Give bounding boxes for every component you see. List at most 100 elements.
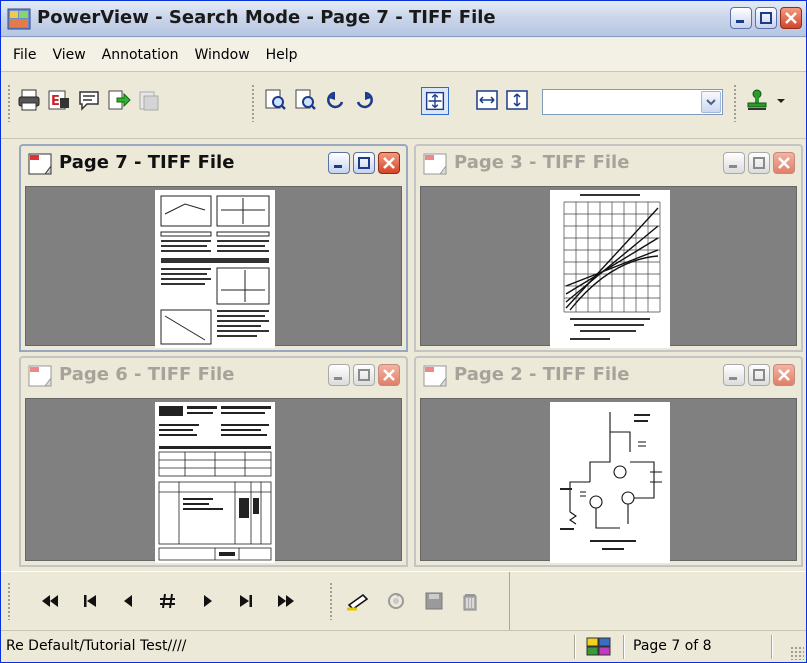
rotate-left-icon[interactable] (323, 88, 347, 112)
menu-help[interactable]: Help (258, 47, 306, 63)
minimize-icon (729, 377, 737, 380)
zoom-select-dropdown-button[interactable] (701, 91, 721, 113)
fast-forward-icon[interactable] (275, 591, 297, 611)
navigation-toolbar-grip[interactable] (7, 582, 11, 620)
document-window-page-2[interactable]: Page 2 - TIFF File (414, 356, 803, 567)
export-icon[interactable] (107, 88, 131, 112)
document-window-page-3[interactable]: Page 3 - TIFF File (414, 144, 803, 352)
close-icon (778, 369, 790, 381)
document-maximize-button[interactable] (353, 152, 375, 174)
maximize-button[interactable] (755, 7, 777, 29)
document-close-button[interactable] (378, 364, 400, 386)
zoom-out-icon[interactable] (293, 88, 317, 112)
goto-page-icon[interactable] (157, 591, 179, 611)
document-maximize-button[interactable] (748, 364, 770, 386)
toolbar-divider (509, 572, 510, 630)
network-icon (586, 637, 611, 656)
document-minimize-button[interactable] (328, 364, 350, 386)
prev-page-icon[interactable] (117, 591, 139, 611)
navigation-toolbar-grip-2[interactable] (329, 582, 333, 620)
document-window-page-6[interactable]: Page 6 - TIFF File (19, 356, 408, 567)
page-thumbnail-image (155, 402, 275, 563)
document-area: Page 7 - TIFF File Page 3 - TIFF File Pa… (1, 140, 806, 570)
close-icon (383, 157, 395, 169)
close-icon (778, 157, 790, 169)
maximize-icon (358, 369, 370, 381)
zoom-in-icon[interactable] (263, 88, 287, 112)
chevron-down-icon (706, 99, 716, 106)
document-icon (423, 153, 447, 175)
edit-icon[interactable]: E (47, 88, 71, 112)
status-divider (623, 635, 625, 659)
document-title: Page 2 - TIFF File (454, 364, 630, 385)
maximize-icon (753, 369, 765, 381)
stamp-dropdown-icon[interactable] (773, 88, 789, 112)
document-minimize-button[interactable] (723, 152, 745, 174)
app-icon (7, 8, 31, 30)
status-divider (771, 635, 773, 659)
maximize-icon (753, 157, 765, 169)
maximize-icon (760, 12, 772, 24)
minimize-icon (334, 165, 342, 168)
last-page-icon[interactable] (235, 591, 257, 611)
status-bar: Re Default/Tutorial Test//// Page 7 of 8 (1, 630, 806, 662)
print-icon[interactable] (17, 88, 41, 112)
main-toolbar: E (1, 73, 806, 139)
document-title: Page 7 - TIFF File (59, 152, 235, 173)
document-view[interactable] (420, 398, 797, 563)
folder-icon[interactable] (137, 88, 161, 112)
document-title-bar[interactable]: Page 7 - TIFF File (21, 146, 406, 182)
menu-file[interactable]: File (5, 47, 44, 63)
stamp-icon[interactable] (745, 88, 769, 112)
minimize-icon (729, 165, 737, 168)
menu-bar: File View Annotation Window Help (1, 38, 806, 72)
zoom-select[interactable] (542, 89, 723, 115)
toolbar-grip[interactable] (7, 84, 11, 122)
first-page-icon[interactable] (79, 591, 101, 611)
document-close-button[interactable] (773, 152, 795, 174)
page-thumbnail-image (550, 402, 670, 563)
document-icon (28, 153, 52, 175)
document-icon (423, 365, 447, 387)
fit-height-icon[interactable] (505, 88, 529, 112)
document-maximize-button[interactable] (353, 364, 375, 386)
document-view[interactable] (25, 398, 402, 563)
navigation-toolbar (1, 571, 806, 630)
rewind-icon[interactable] (39, 591, 61, 611)
document-minimize-button[interactable] (328, 152, 350, 174)
highlighter-icon[interactable] (345, 591, 371, 611)
save-icon[interactable] (423, 591, 445, 611)
next-page-icon[interactable] (197, 591, 219, 611)
resize-grip[interactable] (790, 646, 804, 660)
minimize-button[interactable] (730, 7, 752, 29)
document-close-button[interactable] (773, 364, 795, 386)
document-minimize-button[interactable] (723, 364, 745, 386)
document-icon (28, 365, 52, 387)
title-bar[interactable]: PowerView - Search Mode - Page 7 - TIFF … (1, 1, 806, 37)
document-view[interactable] (420, 186, 797, 348)
toolbar-grip-3[interactable] (733, 84, 737, 122)
window-title: PowerView - Search Mode - Page 7 - TIFF … (37, 7, 496, 28)
document-window-page-7[interactable]: Page 7 - TIFF File (19, 144, 408, 352)
menu-annotation[interactable]: Annotation (94, 47, 187, 63)
document-close-button[interactable] (378, 152, 400, 174)
status-divider (574, 635, 576, 659)
toolbar-grip-2[interactable] (251, 84, 255, 122)
document-title-bar[interactable]: Page 3 - TIFF File (416, 146, 801, 182)
close-icon (785, 12, 797, 24)
document-view[interactable] (25, 186, 402, 348)
menu-view[interactable]: View (44, 47, 93, 63)
close-icon (383, 369, 395, 381)
rotate-right-icon[interactable] (353, 88, 377, 112)
comment-icon[interactable] (77, 88, 101, 112)
menu-window[interactable]: Window (186, 47, 257, 63)
fit-page-icon[interactable] (421, 87, 449, 115)
document-title-bar[interactable]: Page 2 - TIFF File (416, 358, 801, 394)
refresh-icon[interactable] (385, 591, 407, 611)
delete-icon[interactable] (459, 591, 481, 611)
status-path: Re Default/Tutorial Test//// (6, 638, 187, 654)
document-maximize-button[interactable] (748, 152, 770, 174)
close-button[interactable] (780, 7, 802, 29)
fit-width-icon[interactable] (475, 88, 499, 112)
document-title-bar[interactable]: Page 6 - TIFF File (21, 358, 406, 394)
